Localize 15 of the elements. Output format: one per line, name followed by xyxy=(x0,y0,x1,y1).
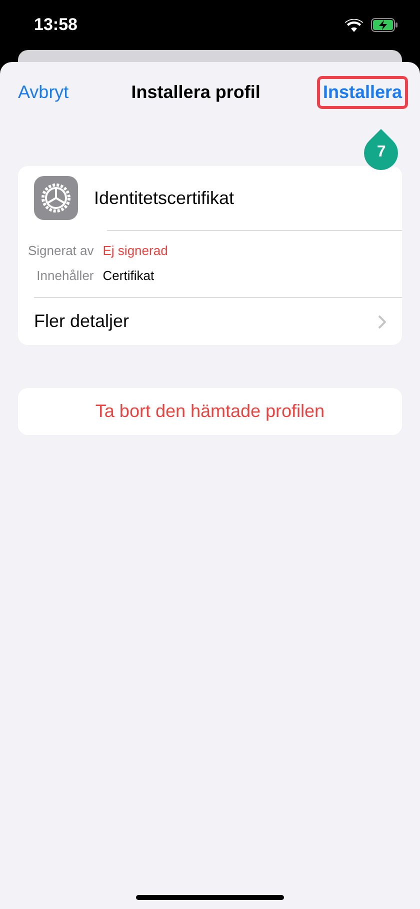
status-time: 13:58 xyxy=(34,15,78,35)
wifi-icon xyxy=(345,18,363,32)
detail-label: Innehåller xyxy=(36,268,94,283)
cancel-button[interactable]: Avbryt xyxy=(12,76,75,108)
install-button[interactable]: Installera xyxy=(316,76,408,108)
gear-icon xyxy=(34,176,78,220)
battery-icon xyxy=(371,18,398,32)
detail-value: Ej signerad xyxy=(102,243,169,258)
more-details-row[interactable]: Fler detaljer xyxy=(18,298,402,345)
profile-name: Identitetscertifikat xyxy=(94,188,234,208)
chevron-icon xyxy=(378,314,386,328)
remove-profile-button[interactable]: Ta bort den hämtade profilen xyxy=(18,388,402,435)
detail-label: Signerat av xyxy=(28,243,94,258)
detail-value: Certifikat xyxy=(102,268,156,283)
sheet-title: Installera profil xyxy=(131,82,260,102)
